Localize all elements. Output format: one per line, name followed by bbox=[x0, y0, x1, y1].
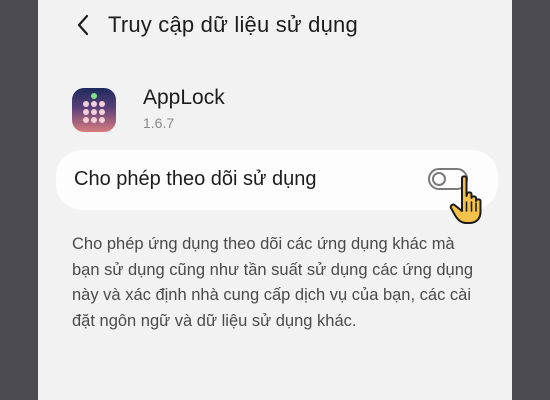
app-name: AppLock bbox=[143, 86, 225, 109]
toggle-knob bbox=[432, 172, 446, 186]
right-frame bbox=[512, 0, 550, 400]
setting-description: Cho phép ứng dụng theo dõi các ứng dụng … bbox=[72, 235, 474, 330]
applock-icon bbox=[72, 88, 116, 132]
chevron-left-icon bbox=[77, 14, 89, 36]
settings-screen: Truy cập dữ liệu sử dụng AppLock 1.6.7 C… bbox=[38, 0, 512, 400]
hand-pointer-icon bbox=[449, 175, 482, 224]
app-bar: Truy cập dữ liệu sử dụng bbox=[38, 0, 512, 52]
app-info: AppLock 1.6.7 bbox=[72, 84, 492, 140]
usage-access-setting[interactable]: Cho phép theo dõi sử dụng bbox=[56, 150, 498, 210]
page-title: Truy cập dữ liệu sử dụng bbox=[108, 12, 358, 37]
setting-label: Cho phép theo dõi sử dụng bbox=[74, 168, 317, 190]
back-button[interactable] bbox=[68, 10, 98, 40]
app-version: 1.6.7 bbox=[143, 115, 175, 131]
left-frame bbox=[0, 0, 38, 400]
